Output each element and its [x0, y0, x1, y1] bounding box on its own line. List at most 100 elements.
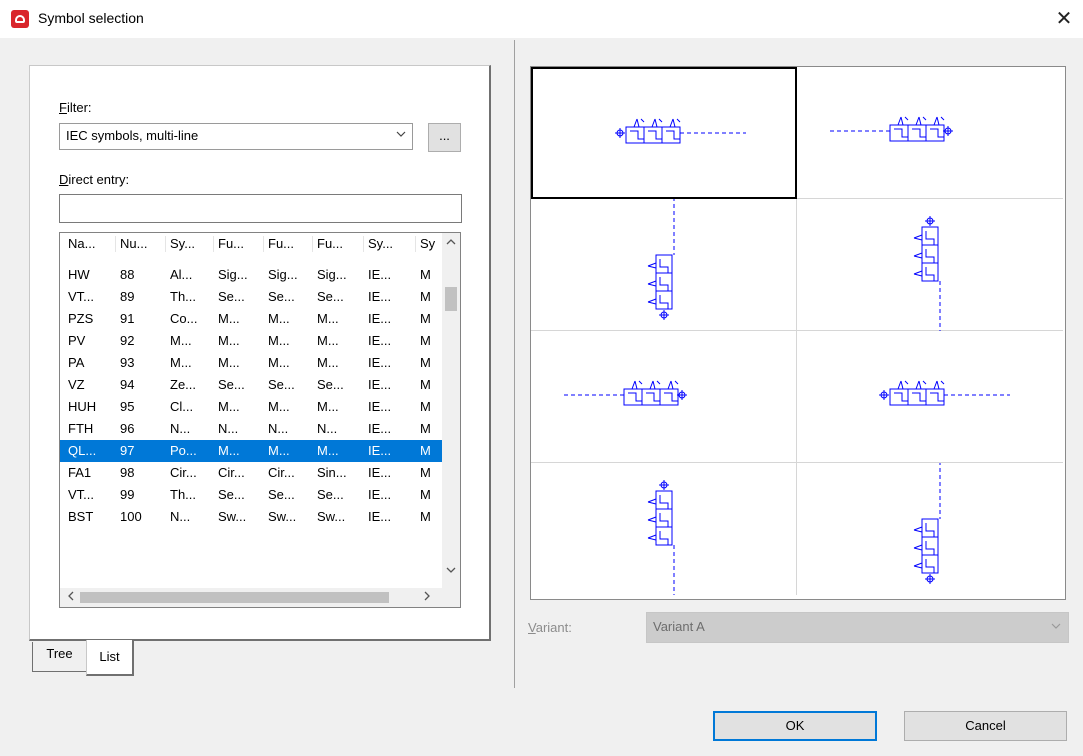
panel-divider [514, 40, 515, 688]
cancel-button[interactable]: Cancel [904, 711, 1067, 741]
tab-tree[interactable]: Tree [32, 642, 87, 672]
symbol-variant-tile[interactable] [797, 331, 1063, 463]
symbol-preview [830, 116, 953, 142]
table-cell: M... [170, 333, 192, 348]
column-separator[interactable] [165, 236, 166, 252]
table-cell: Cir... [218, 465, 245, 480]
table-cell: 93 [120, 355, 135, 370]
table-cell: N... [218, 421, 239, 436]
symbol-preview-grid [530, 66, 1066, 600]
table-row[interactable]: VT... 99 Th... Se... Se... Se... IE... M [60, 484, 442, 506]
horizontal-scroll-thumb[interactable] [80, 592, 389, 603]
filter-label: Filter: [59, 100, 92, 115]
column-header[interactable]: Fu... [268, 233, 314, 255]
table-row[interactable]: QL... 97 Po... M... M... M... IE... M [60, 440, 442, 462]
symbol-variant-tile[interactable] [531, 331, 797, 463]
table-row[interactable]: BST 100 N... Sw... Sw... Sw... IE... M [60, 506, 442, 528]
table-cell: 89 [120, 289, 135, 304]
symbol-variant-tile[interactable] [797, 199, 1063, 331]
window-title: Symbol selection [38, 10, 144, 26]
symbol-variant-tile[interactable] [797, 463, 1063, 595]
scroll-left-icon[interactable] [62, 588, 80, 607]
filter-value: IEC symbols, multi-line [66, 128, 199, 143]
table-cell: VT... [68, 487, 95, 502]
horizontal-scrollbar[interactable] [60, 588, 442, 607]
table-cell: HW [68, 267, 90, 282]
table-row[interactable]: VZ 94 Ze... Se... Se... Se... IE... M [60, 374, 442, 396]
table-cell: HUH [68, 399, 97, 414]
table-row[interactable]: HW 88 Al... Sig... Sig... Sig... IE... M [60, 264, 442, 286]
column-separator[interactable] [363, 236, 364, 252]
direct-entry-label: Direct entry: [59, 172, 130, 187]
table-row[interactable]: PZS 91 Co... M... M... M... IE... M [60, 308, 442, 330]
table-row[interactable]: HUH 95 Cl... M... M... M... IE... M [60, 396, 442, 418]
table-cell: Ze... [170, 377, 197, 392]
close-button[interactable]: ✕ [1052, 6, 1076, 32]
column-separator[interactable] [312, 236, 313, 252]
table-cell: Se... [268, 377, 295, 392]
table-cell: M... [170, 355, 192, 370]
column-separator[interactable] [115, 236, 116, 252]
table-row[interactable]: VT... 89 Th... Se... Se... Se... IE... M [60, 286, 442, 308]
table-cell: M... [317, 333, 339, 348]
table-cell: M... [317, 399, 339, 414]
table-cell: Se... [317, 377, 344, 392]
symbol-preview [913, 463, 941, 584]
scroll-up-icon[interactable] [442, 235, 460, 252]
scroll-right-icon[interactable] [418, 588, 436, 607]
table-cell: Se... [218, 289, 245, 304]
table-cell: M... [268, 399, 290, 414]
variant-select[interactable]: Variant A [646, 612, 1069, 643]
symbol-preview [913, 216, 941, 331]
variant-value: Variant A [653, 619, 705, 634]
symbol-variant-tile[interactable] [797, 67, 1063, 199]
column-header[interactable]: Na... [68, 233, 116, 255]
table-row[interactable]: FA1 98 Cir... Cir... Cir... Sin... IE... M [60, 462, 442, 484]
column-header[interactable]: Fu... [218, 233, 264, 255]
symbol-variant-tile[interactable] [531, 199, 797, 331]
table-cell: M... [317, 311, 339, 326]
table-cell: FTH [68, 421, 94, 436]
symbol-variant-tile[interactable] [531, 67, 797, 199]
table-cell: Co... [170, 311, 198, 326]
ok-button[interactable]: OK [713, 711, 877, 741]
column-separator[interactable] [415, 236, 416, 252]
column-header[interactable]: Fu... [317, 233, 363, 255]
table-cell: Se... [317, 289, 344, 304]
table-cell: Sw... [317, 509, 346, 524]
table-cell: IE... [368, 355, 392, 370]
column-separator[interactable] [213, 236, 214, 252]
column-header[interactable]: Sy... [368, 233, 414, 255]
column-header[interactable]: Sy [420, 233, 442, 255]
table-cell: Se... [268, 487, 295, 502]
table-cell: N... [170, 509, 191, 524]
table-cell: Se... [218, 487, 245, 502]
table-cell: IE... [368, 289, 392, 304]
table-row[interactable]: FTH 96 N... N... N... N... IE... M [60, 418, 442, 440]
table-cell: IE... [368, 465, 392, 480]
symbol-variant-tile[interactable] [531, 463, 797, 595]
table-cell: N... [268, 421, 289, 436]
vertical-scroll-thumb[interactable] [445, 287, 457, 311]
table-cell: 92 [120, 333, 135, 348]
column-header[interactable]: Sy... [170, 233, 214, 255]
tab-list[interactable]: List [86, 640, 134, 676]
symbol-list[interactable]: Na... Nu... Sy... Fu... Fu... Fu... Sy... Sy HW… [59, 232, 461, 608]
filter-select[interactable]: IEC symbols, multi-line [59, 123, 413, 150]
symbol-preview [879, 380, 1010, 406]
filter-more-button[interactable]: ... [428, 123, 461, 152]
column-header[interactable]: Nu... [120, 233, 166, 255]
scroll-down-icon[interactable] [442, 563, 460, 580]
vertical-scrollbar[interactable] [442, 233, 460, 588]
table-cell: IE... [368, 399, 392, 414]
table-cell: M... [317, 355, 339, 370]
table-row[interactable]: PA 93 M... M... M... M... IE... M [60, 352, 442, 374]
table-row[interactable]: PV 92 M... M... M... M... IE... M [60, 330, 442, 352]
table-cell: M... [218, 333, 240, 348]
direct-entry-input[interactable] [59, 194, 462, 223]
column-separator[interactable] [263, 236, 264, 252]
table-cell: M... [268, 443, 290, 458]
table-cell: M [420, 443, 431, 458]
table-cell: IE... [368, 333, 392, 348]
table-cell: M... [218, 355, 240, 370]
